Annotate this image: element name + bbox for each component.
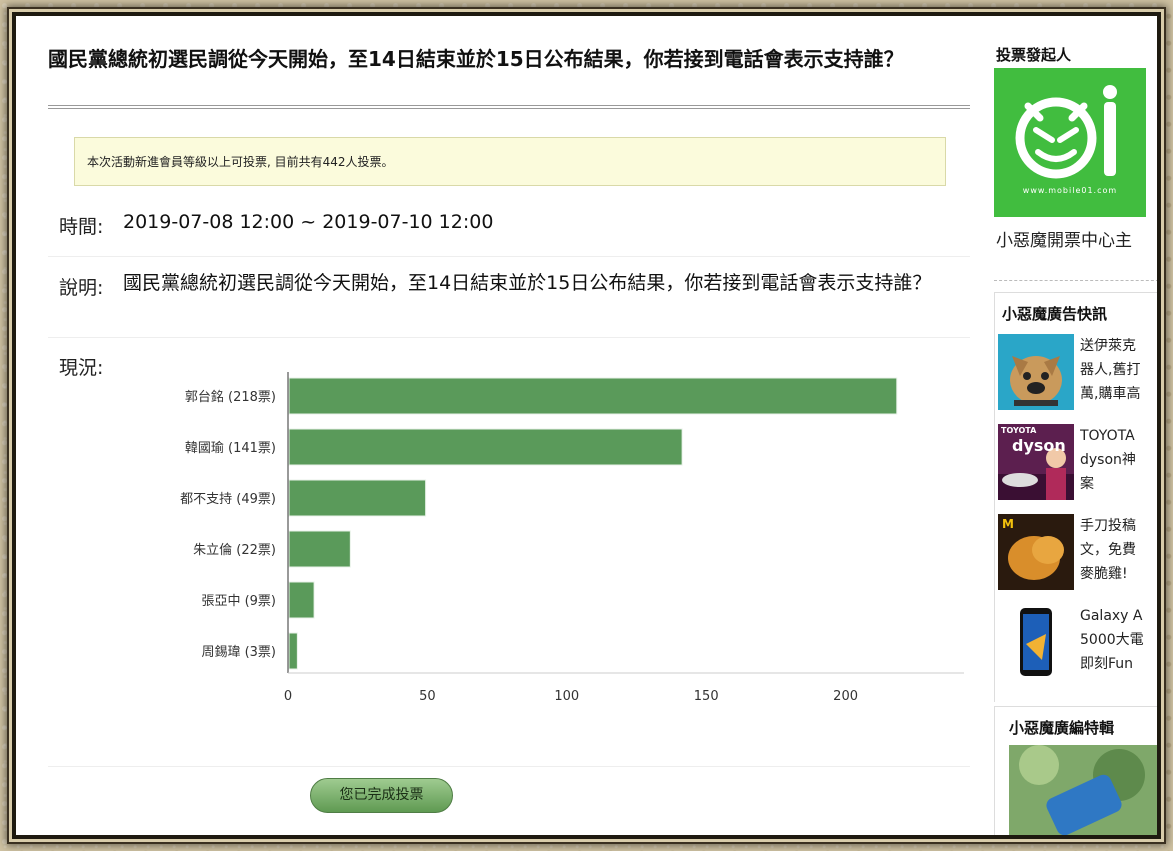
page-content: 國民黨總統初選民調從今天開始，至14日結束並於15日公布結果，你若接到電話會表示…: [16, 16, 1157, 835]
ad-text: TOYOTA dyson神 案: [1080, 428, 1136, 492]
description-value: 國民黨總統初選民調從今天開始，至14日結束並於15日公布結果，你若接到電話會表示…: [123, 272, 932, 294]
chart-bar: [288, 479, 427, 517]
initiator-logo[interactable]: www.mobile01.com: [994, 68, 1146, 217]
x-tick-label: 150: [694, 689, 719, 701]
results-chart-svg: 郭台銘 (218票) 韓國瑜 (141票) 都不支持 (49票) 朱立倫 (22票) 張…: [180, 372, 964, 701]
special-title: 小惡魔廣編特輯: [1009, 719, 1115, 737]
divider: [994, 280, 1157, 281]
bar-category-label: 韓國瑜 (141票): [185, 441, 276, 456]
ad-thumbnail: [998, 604, 1074, 680]
bar-category-label: 張亞中 (9票): [201, 594, 276, 609]
initiator-title: 投票發起人: [996, 46, 1072, 64]
chart-bar: [288, 632, 298, 670]
bar-category-label: 都不支持 (49票): [180, 492, 276, 507]
bar-category-label: 郭台銘 (218票): [185, 389, 276, 405]
ad-item[interactable]: Galaxy A 5000大電 即刻Fun: [998, 604, 1157, 680]
ad-thumbnail: TOYOTA dyson: [998, 424, 1074, 500]
page-frame: 國民黨總統初選民調從今天開始，至14日結束並於15日公布結果，你若接到電話會表示…: [12, 12, 1161, 839]
logo-url-text: www.mobile01.com: [1022, 186, 1118, 195]
chart-bar: [288, 530, 351, 568]
fried-chicken-image-icon: M: [998, 514, 1074, 590]
x-tick-label: 0: [284, 689, 292, 701]
ad-item[interactable]: TOYOTA dyson TOYOTA dyson神 案: [998, 424, 1157, 500]
special-thumbnail[interactable]: [1009, 745, 1157, 835]
chart-bar: [288, 428, 683, 466]
status-label: 現況:: [59, 357, 104, 379]
time-value: 2019-07-08 12:00 ~ 2019-07-10 12:00: [123, 211, 494, 233]
x-tick-label: 100: [554, 689, 579, 701]
svg-text:M: M: [1002, 517, 1014, 531]
description-label: 說明:: [59, 277, 104, 299]
bar-category-label: 周錫瑋 (3票): [201, 645, 276, 660]
phone-image-icon: [998, 604, 1074, 680]
ads-title: 小惡魔廣告快訊: [1002, 305, 1108, 323]
ad-text: 送伊萊克 器人,舊打 萬,購車高: [1080, 338, 1141, 402]
bar-category-label: 朱立倫 (22票): [193, 543, 276, 558]
dog-image-icon: [998, 334, 1074, 410]
divider: [48, 766, 970, 767]
results-chart: 郭台銘 (218票) 韓國瑜 (141票) 都不支持 (49票) 朱立倫 (22票) 張…: [104, 351, 964, 701]
x-tick-label: 200: [833, 689, 858, 701]
main-column: 國民黨總統初選民調從今天開始，至14日結束並於15日公布結果，你若接到電話會表示…: [44, 16, 970, 835]
galaxy-phone-image-icon: [1009, 745, 1157, 835]
time-label: 時間:: [59, 216, 104, 238]
ad-text: Galaxy A 5000大電 即刻Fun: [1080, 608, 1144, 672]
special-panel: 小惡魔廣編特輯: [994, 706, 1157, 835]
ad-thumbnail: [998, 334, 1074, 410]
ad-text: 手刀投稿 文，免費 麥脆雞!: [1080, 518, 1136, 582]
vote-notice: 本次活動新進會員等級以上可投票, 目前共有442人投票。: [74, 137, 946, 186]
title-divider: [48, 105, 970, 109]
page-title: 國民黨總統初選民調從今天開始，至14日結束並於15日公布結果，你若接到電話會表示…: [48, 47, 904, 71]
chart-bar: [288, 581, 315, 619]
vote-completed-button[interactable]: 您已完成投票: [310, 778, 453, 813]
x-tick-label: 50: [419, 689, 436, 701]
ad-item[interactable]: 送伊萊克 器人,舊打 萬,購車高: [998, 334, 1157, 410]
chart-bar: [288, 377, 898, 415]
ad-item[interactable]: M 手刀投稿 文，免費 麥脆雞!: [998, 514, 1157, 590]
initiator-name[interactable]: 小惡魔開票中心主: [996, 226, 1132, 251]
sidebar: 投票發起人 www.mobile01.com 小惡魔開票中心主 小惡魔廣告快訊: [982, 16, 1157, 835]
divider: [48, 256, 970, 257]
divider: [48, 337, 970, 338]
ad-thumbnail: M: [998, 514, 1074, 590]
